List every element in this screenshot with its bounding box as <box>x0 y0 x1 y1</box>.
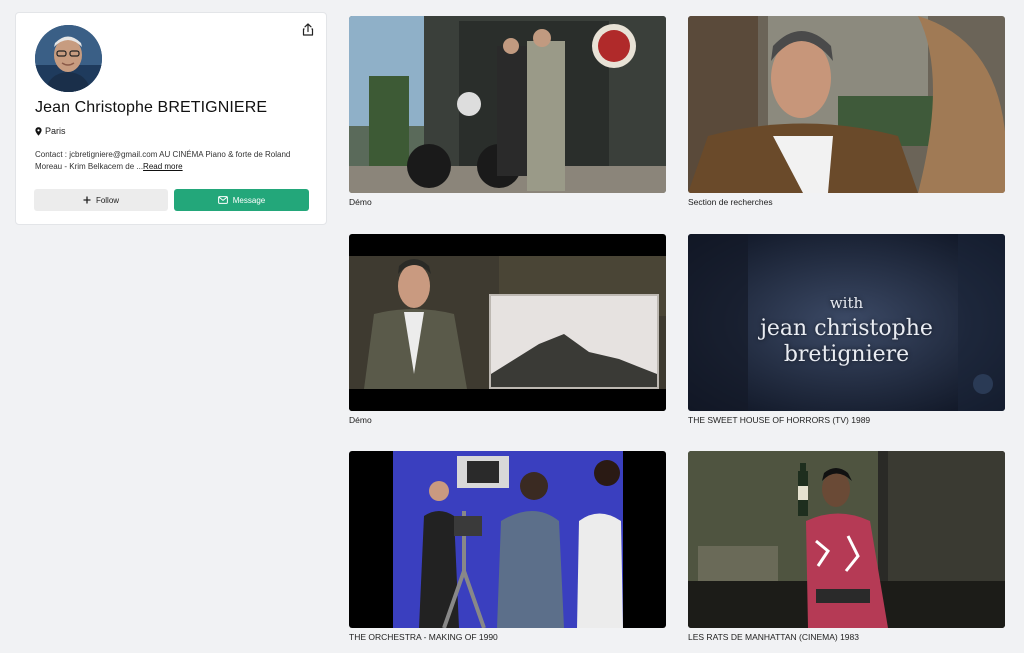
video-thumbnail[interactable] <box>349 234 666 411</box>
plus-icon <box>83 196 91 204</box>
video-title[interactable]: LES RATS DE MANHATTAN (CINEMA) 1983 <box>688 632 1005 642</box>
video-thumbnail[interactable] <box>349 16 666 193</box>
video-card[interactable]: THE ORCHESTRA - MAKING OF 1990 <box>349 451 666 642</box>
avatar[interactable] <box>35 25 102 92</box>
video-thumbnail[interactable] <box>688 16 1005 193</box>
location-pin-icon <box>35 126 42 136</box>
follow-button[interactable]: Follow <box>34 189 168 211</box>
video-title[interactable]: THE ORCHESTRA - MAKING OF 1990 <box>349 632 666 642</box>
video-title[interactable]: Section de recherches <box>688 197 1005 207</box>
overlay-name-line2: bretigniere <box>783 342 910 367</box>
video-title[interactable]: Démo <box>349 415 666 425</box>
video-thumbnail[interactable] <box>688 451 1005 628</box>
bio: Contact : jcbretigniere@gmail.com AU CIN… <box>35 149 315 172</box>
video-title[interactable]: THE SWEET HOUSE OF HORRORS (TV) 1989 <box>688 415 1005 425</box>
video-card[interactable]: Démo <box>349 16 666 207</box>
video-thumbnail[interactable]: with jean christophe bretigniere <box>688 234 1005 411</box>
message-button[interactable]: Message <box>174 189 309 211</box>
video-thumbnail[interactable] <box>349 451 666 628</box>
location-text: Paris <box>45 126 66 136</box>
video-card[interactable]: with jean christophe bretigniere THE SWE… <box>688 234 1005 425</box>
profile-name: Jean Christophe BRETIGNIERE <box>35 99 268 116</box>
video-card[interactable]: Démo <box>349 234 666 425</box>
share-icon <box>302 22 314 36</box>
video-card[interactable]: Section de recherches <box>688 16 1005 207</box>
video-title[interactable]: Démo <box>349 197 666 207</box>
overlay-name-line1: jean christophe <box>760 316 933 341</box>
profile-card: Jean Christophe BRETIGNIERE Paris Contac… <box>15 12 327 225</box>
envelope-icon <box>217 196 228 204</box>
follow-label: Follow <box>95 195 120 205</box>
message-label: Message <box>232 195 266 205</box>
location: Paris <box>35 126 66 136</box>
overlay-with: with <box>829 294 864 312</box>
video-card[interactable]: LES RATS DE MANHATTAN (CINEMA) 1983 <box>688 451 1005 642</box>
read-more-link[interactable]: Read more <box>143 162 183 171</box>
share-button[interactable] <box>300 21 316 37</box>
